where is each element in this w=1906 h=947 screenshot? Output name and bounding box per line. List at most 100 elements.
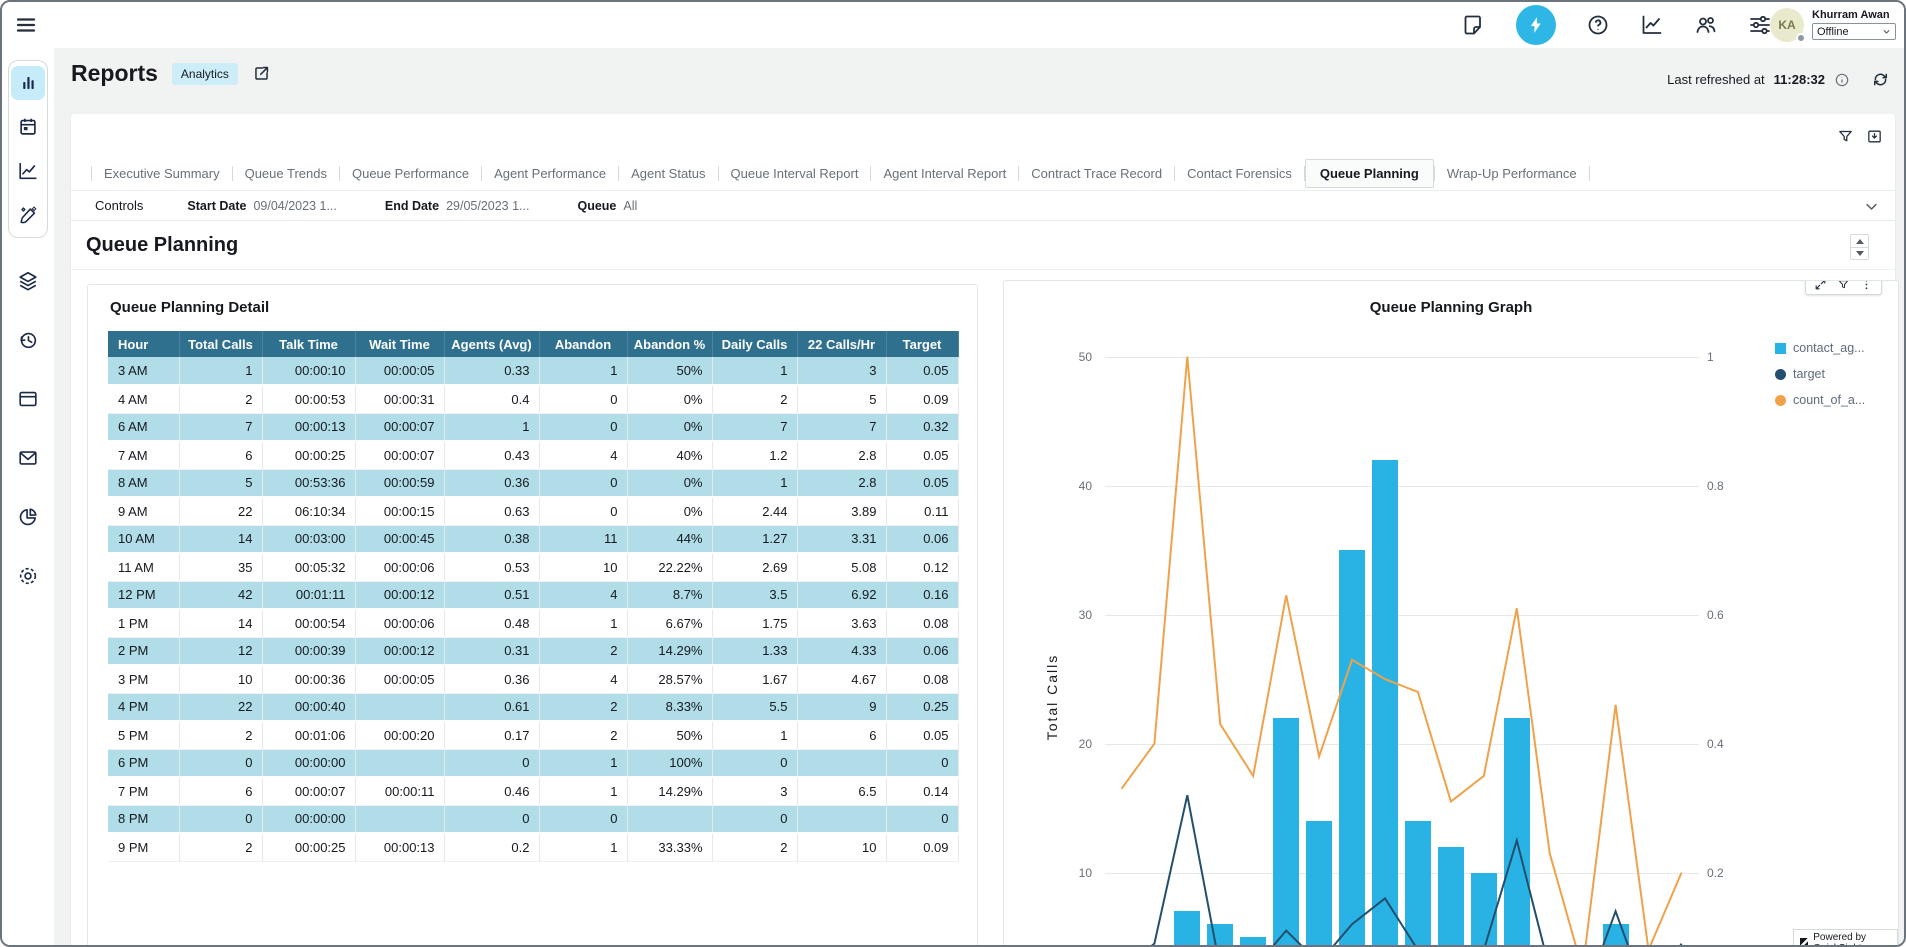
table-cell: 6 AM	[108, 413, 179, 441]
table-cell: 3 PM	[108, 665, 179, 693]
bar-1-pm[interactable]	[1405, 821, 1431, 947]
people-icon[interactable]	[1694, 13, 1718, 37]
column-header-total-calls[interactable]: Total Calls	[179, 331, 262, 357]
table-cell: 2	[712, 833, 797, 861]
info-icon[interactable]	[1834, 72, 1850, 88]
column-header-hour[interactable]: Hour	[108, 331, 179, 357]
column-header-wait-time[interactable]: Wait Time	[355, 331, 444, 357]
sidebar-item-calendar[interactable]	[11, 110, 45, 144]
table-cell: 22	[179, 693, 262, 721]
legend-item-target[interactable]: target	[1775, 367, 1865, 381]
column-header-talk-time[interactable]: Talk Time	[262, 331, 355, 357]
table-cell: 40%	[627, 441, 712, 469]
table-cell: 0	[886, 749, 958, 777]
bar-2-pm[interactable]	[1438, 847, 1464, 947]
sidebar-item-metrics[interactable]	[11, 154, 45, 188]
sidebar-item-settings[interactable]	[11, 559, 45, 593]
sliders-icon[interactable]	[1748, 13, 1772, 37]
kebab-menu-icon[interactable]	[1860, 280, 1873, 291]
sidebar-item-dashboards[interactable]	[11, 66, 45, 100]
table-cell: 14	[179, 609, 262, 637]
column-header-daily-calls[interactable]: Daily Calls	[712, 331, 797, 357]
control-start-date[interactable]: Start Date09/04/2023 1...	[187, 199, 336, 213]
table-cell: 00:01:11	[262, 581, 355, 609]
sidebar-nav-group	[8, 60, 48, 238]
bar-12-pm[interactable]	[1372, 460, 1398, 947]
tab-queue-planning[interactable]: Queue Planning	[1305, 159, 1434, 188]
table-cell: 3	[712, 777, 797, 805]
bar-7-am[interactable]	[1207, 924, 1233, 947]
hamburger-menu-icon[interactable]	[14, 13, 38, 37]
sidebar-item-history[interactable]	[11, 323, 45, 357]
table-row: 7 PM600:00:0700:00:110.46114.29%36.50.14	[108, 777, 958, 805]
table-cell: 8.7%	[627, 581, 712, 609]
bar-10-am[interactable]	[1306, 821, 1332, 947]
tab-agent-status[interactable]: Agent Status	[619, 160, 717, 187]
bar-11-am[interactable]	[1339, 550, 1365, 947]
bolt-icon[interactable]	[1516, 5, 1556, 45]
stepper-down-button[interactable]	[1851, 247, 1868, 259]
left-axis-tick: 30	[1062, 608, 1092, 622]
table-cell: 0.43	[444, 441, 539, 469]
filter-icon[interactable]	[1837, 128, 1854, 145]
bar-9-am[interactable]	[1273, 718, 1299, 947]
control-queue[interactable]: QueueAll	[577, 199, 637, 213]
table-cell: 0.05	[886, 357, 958, 385]
table-cell: 1	[444, 413, 539, 441]
tab-agent-interval-report[interactable]: Agent Interval Report	[871, 160, 1018, 187]
table-cell: 1	[539, 749, 627, 777]
avatar[interactable]: KA	[1770, 8, 1804, 42]
table-cell: 2	[712, 385, 797, 413]
expand-icon[interactable]	[1814, 280, 1827, 291]
sidebar-item-mail[interactable]	[11, 441, 45, 475]
column-header-agents-avg[interactable]: Agents (Avg)	[444, 331, 539, 357]
status-select[interactable]: Offline	[1812, 23, 1896, 40]
stepper-up-button[interactable]	[1851, 235, 1868, 247]
table-cell: 1	[712, 721, 797, 749]
tab-agent-performance[interactable]: Agent Performance	[482, 160, 618, 187]
tab-contact-forensics[interactable]: Contact Forensics	[1175, 160, 1304, 187]
chart-filter-icon[interactable]	[1837, 280, 1850, 291]
help-icon[interactable]	[1586, 13, 1610, 37]
sidebar-item-apps[interactable]	[11, 382, 45, 416]
sidebar-item-datasets[interactable]	[11, 264, 45, 298]
table-cell: 7	[179, 413, 262, 441]
tab-contract-trace-record[interactable]: Contract Trace Record	[1019, 160, 1174, 187]
column-header-abandon[interactable]: Abandon %	[627, 331, 712, 357]
control-end-date[interactable]: End Date29/05/2023 1...	[385, 199, 530, 213]
sidebar-item-reports-pie[interactable]	[11, 500, 45, 534]
table-cell: 9	[797, 693, 886, 721]
table-cell: 10 AM	[108, 525, 179, 553]
table-cell: 00:00:05	[355, 665, 444, 693]
export-icon[interactable]	[1866, 128, 1883, 145]
bar-7-pm[interactable]	[1603, 924, 1629, 947]
table-cell: 0.08	[886, 609, 958, 637]
legend-item-count-of-a[interactable]: count_of_a...	[1775, 393, 1865, 407]
bar-4-pm[interactable]	[1504, 718, 1530, 947]
bar-6-am[interactable]	[1174, 911, 1200, 947]
column-header-22-calls-hr[interactable]: 22 Calls/Hr	[797, 331, 886, 357]
column-header-target[interactable]: Target	[886, 331, 958, 357]
table-cell: 5.08	[797, 553, 886, 581]
bar-3-pm[interactable]	[1471, 873, 1497, 947]
tab-queue-interval-report[interactable]: Queue Interval Report	[719, 160, 871, 187]
controls-collapse-icon[interactable]	[1864, 199, 1879, 214]
metrics-icon[interactable]	[1640, 13, 1664, 37]
tab-wrap-up-performance[interactable]: Wrap-Up Performance	[1435, 160, 1589, 187]
legend-marker	[1775, 343, 1786, 354]
controls-label: Controls	[95, 198, 143, 213]
tab-executive-summary[interactable]: Executive Summary	[92, 160, 232, 187]
refresh-icon[interactable]	[1871, 70, 1890, 89]
table-cell: 4.67	[797, 665, 886, 693]
table-cell: 50%	[627, 357, 712, 385]
note-icon[interactable]	[1462, 13, 1486, 37]
column-header-abandon[interactable]: Abandon	[539, 331, 627, 357]
legend-item-contact-ag[interactable]: contact_ag...	[1775, 341, 1865, 355]
tab-queue-performance[interactable]: Queue Performance	[340, 160, 481, 187]
table-cell: 3 AM	[108, 357, 179, 385]
gridline	[1105, 873, 1699, 874]
external-link-icon[interactable]	[252, 64, 271, 83]
tab-queue-trends[interactable]: Queue Trends	[233, 160, 339, 187]
sidebar-item-design[interactable]	[11, 198, 45, 232]
bar-8-am[interactable]	[1240, 937, 1266, 947]
